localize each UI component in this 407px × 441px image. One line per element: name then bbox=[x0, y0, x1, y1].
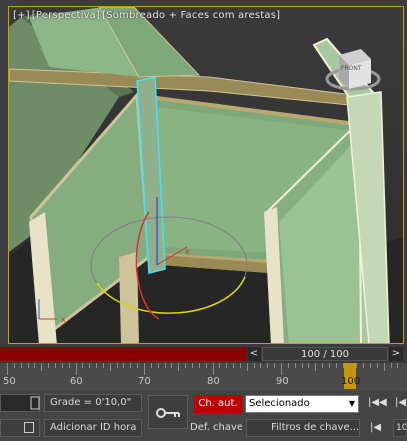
ruler-tick bbox=[315, 363, 317, 371]
ruler-tick bbox=[356, 363, 358, 368]
go-to-start-button[interactable]: |◀◀ bbox=[368, 397, 387, 411]
ruler-tick bbox=[349, 363, 351, 375]
key-selection-dropdown[interactable]: Selecionado ▼ bbox=[245, 395, 359, 413]
ruler-tick bbox=[281, 363, 282, 375]
ruler-tick bbox=[89, 363, 91, 368]
ruler-tick bbox=[301, 363, 303, 368]
viewcube-front-label: FRONT bbox=[341, 65, 362, 72]
ruler-tick bbox=[34, 363, 36, 368]
key-icon bbox=[156, 408, 180, 418]
ruler-tick bbox=[41, 363, 43, 371]
ruler-tick bbox=[342, 363, 344, 368]
ruler-label: 50 bbox=[3, 376, 16, 387]
ruler-tick bbox=[246, 363, 248, 371]
svg-text:x: x bbox=[61, 315, 66, 324]
ruler-tick bbox=[287, 363, 289, 368]
svg-text:x: x bbox=[185, 247, 190, 256]
ruler-tick bbox=[198, 363, 200, 368]
ruler-tick bbox=[308, 363, 310, 368]
viewport-shading-mode[interactable]: [Sombreado + Faces com arestas] bbox=[102, 10, 280, 21]
ruler-tick bbox=[13, 363, 15, 368]
ruler-tick bbox=[328, 363, 330, 368]
ruler-tick bbox=[20, 363, 22, 368]
auto-key-button[interactable]: Ch. aut. bbox=[194, 395, 242, 413]
ruler-tick bbox=[123, 363, 125, 368]
perspective-viewport[interactable]: x x [+] [Perspectiva] [Sombreado + Faces c… bbox=[8, 6, 404, 344]
selection-lock-icon[interactable] bbox=[30, 396, 40, 410]
previous-frame-button[interactable]: |◀ bbox=[395, 397, 406, 411]
ruler-label: 60 bbox=[70, 376, 83, 387]
ruler-tick bbox=[27, 363, 29, 368]
chevron-down-icon: ▼ bbox=[348, 399, 355, 408]
ruler-tick bbox=[376, 363, 378, 368]
ruler-tick bbox=[363, 363, 365, 368]
ruler-tick bbox=[205, 363, 207, 368]
ruler-tick bbox=[116, 363, 118, 368]
grid-size-readout: Grade = 0'10,0" bbox=[44, 394, 142, 412]
ruler-tick bbox=[150, 363, 152, 368]
ruler-tick bbox=[144, 363, 145, 375]
ruler-tick bbox=[82, 363, 84, 368]
ruler-tick bbox=[157, 363, 159, 368]
ruler-tick bbox=[164, 363, 166, 368]
ruler-tick bbox=[322, 363, 324, 368]
viewport-label[interactable]: [+] [Perspectiva] [Sombreado + Faces com a… bbox=[13, 10, 282, 21]
set-key-button[interactable] bbox=[148, 395, 188, 429]
ruler-tick bbox=[75, 363, 77, 375]
ruler-tick bbox=[7, 363, 8, 375]
ruler-tick bbox=[335, 363, 337, 368]
ruler-label: 80 bbox=[207, 376, 220, 387]
key-selection-value: Selecionado bbox=[249, 398, 310, 409]
ruler-tick bbox=[96, 363, 98, 368]
ruler-tick bbox=[226, 363, 228, 368]
status-bar: Grade = 0'10,0" Ch. aut. Selecionado ▼ |… bbox=[0, 391, 407, 441]
viewport-area: x x [+] [Perspectiva] [Sombreado + Faces c… bbox=[0, 0, 407, 345]
ruler-tick bbox=[102, 363, 104, 368]
viewport-view-name[interactable]: [Perspectiva] bbox=[32, 10, 100, 21]
viewport-menu-plus[interactable]: [+] bbox=[13, 10, 30, 21]
previous-key-button[interactable]: |◀ bbox=[370, 422, 381, 436]
add-time-tag-button[interactable]: Adicionar ID hora bbox=[44, 419, 142, 437]
ruler-tick bbox=[239, 363, 241, 368]
ruler-tick bbox=[383, 363, 385, 371]
ruler-tick bbox=[260, 363, 262, 368]
ruler-tick bbox=[171, 363, 173, 368]
ruler-tick bbox=[61, 363, 63, 368]
ruler-tick bbox=[54, 363, 56, 368]
ruler-label: 90 bbox=[276, 376, 289, 387]
time-slider-track[interactable] bbox=[0, 347, 246, 361]
viewcube-icon[interactable] bbox=[323, 43, 383, 103]
ruler-tick bbox=[185, 363, 187, 368]
ruler-tick bbox=[219, 363, 221, 368]
ruler-tick bbox=[109, 363, 111, 371]
ruler-tick bbox=[178, 363, 180, 371]
ruler-tick bbox=[130, 363, 132, 368]
ruler-tick bbox=[191, 363, 193, 368]
ruler-tick bbox=[274, 363, 276, 368]
time-slider-frame-indicator[interactable]: 100 / 100 bbox=[262, 347, 388, 361]
ruler-tick bbox=[48, 363, 50, 368]
ruler-tick bbox=[253, 363, 255, 368]
ruler-tick bbox=[397, 363, 399, 368]
ruler-tick bbox=[233, 363, 235, 368]
ruler-tick bbox=[370, 363, 372, 368]
ruler-tick bbox=[212, 363, 214, 375]
track-bar[interactable]: 50 60 70 80 90 100 bbox=[0, 363, 407, 391]
time-slider-prev-button[interactable]: < bbox=[247, 347, 261, 361]
current-frame-spinner[interactable]: 10 bbox=[393, 419, 407, 437]
ruler-label: 70 bbox=[138, 376, 151, 387]
status-secondary-field[interactable] bbox=[0, 419, 40, 437]
time-slider[interactable]: < 100 / 100 > bbox=[0, 345, 407, 363]
ruler-tick bbox=[294, 363, 296, 368]
ruler-label: 100 bbox=[341, 376, 361, 387]
ruler-tick bbox=[68, 363, 70, 368]
key-filters-button[interactable]: Filtros de chave... bbox=[246, 419, 360, 437]
set-key-mode-button[interactable]: Def. chave bbox=[190, 419, 242, 437]
ruler-tick bbox=[137, 363, 139, 368]
time-tag-icon bbox=[24, 422, 34, 433]
ruler-tick bbox=[390, 363, 392, 368]
time-slider-next-button[interactable]: > bbox=[389, 347, 403, 361]
ruler-tick bbox=[267, 363, 269, 368]
